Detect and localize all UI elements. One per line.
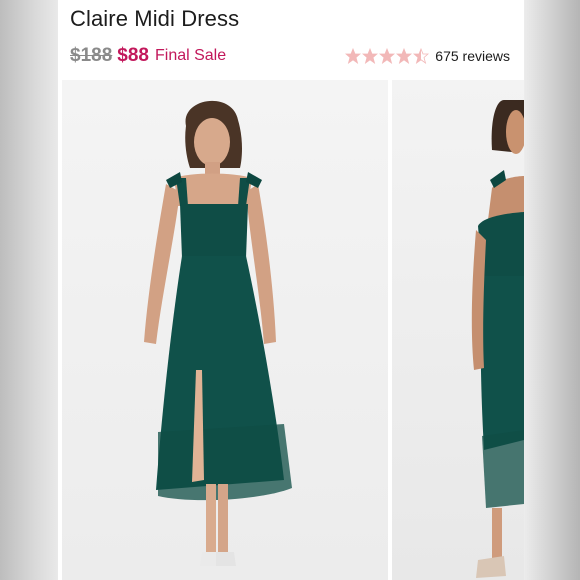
model-front-photo[interactable] xyxy=(62,80,388,580)
rating-summary[interactable]: 675 reviews xyxy=(345,42,510,70)
star-icon xyxy=(345,48,362,64)
background-right xyxy=(524,0,580,580)
star-icon xyxy=(362,48,379,64)
star-icon xyxy=(413,48,430,64)
product-title: Claire Midi Dress xyxy=(70,6,240,31)
model-front-illustration xyxy=(144,100,292,566)
original-price: $188 xyxy=(70,45,113,66)
price-row: $188 $88 Final Sale 675 reviews xyxy=(70,42,510,70)
rating-stars xyxy=(345,48,430,64)
reviews-link[interactable]: 675 reviews xyxy=(435,48,510,64)
image-gallery[interactable] xyxy=(58,80,524,580)
product-page: Claire Midi Dress $188 $88 Final Sale 67… xyxy=(58,0,524,580)
model-side-illustration xyxy=(471,100,524,578)
final-sale-label: Final Sale xyxy=(154,47,227,64)
model-side-photo[interactable] xyxy=(392,80,524,580)
background-left xyxy=(0,0,58,580)
star-icon xyxy=(379,48,396,64)
sale-price: $88 xyxy=(117,45,149,66)
star-icon xyxy=(396,48,413,64)
